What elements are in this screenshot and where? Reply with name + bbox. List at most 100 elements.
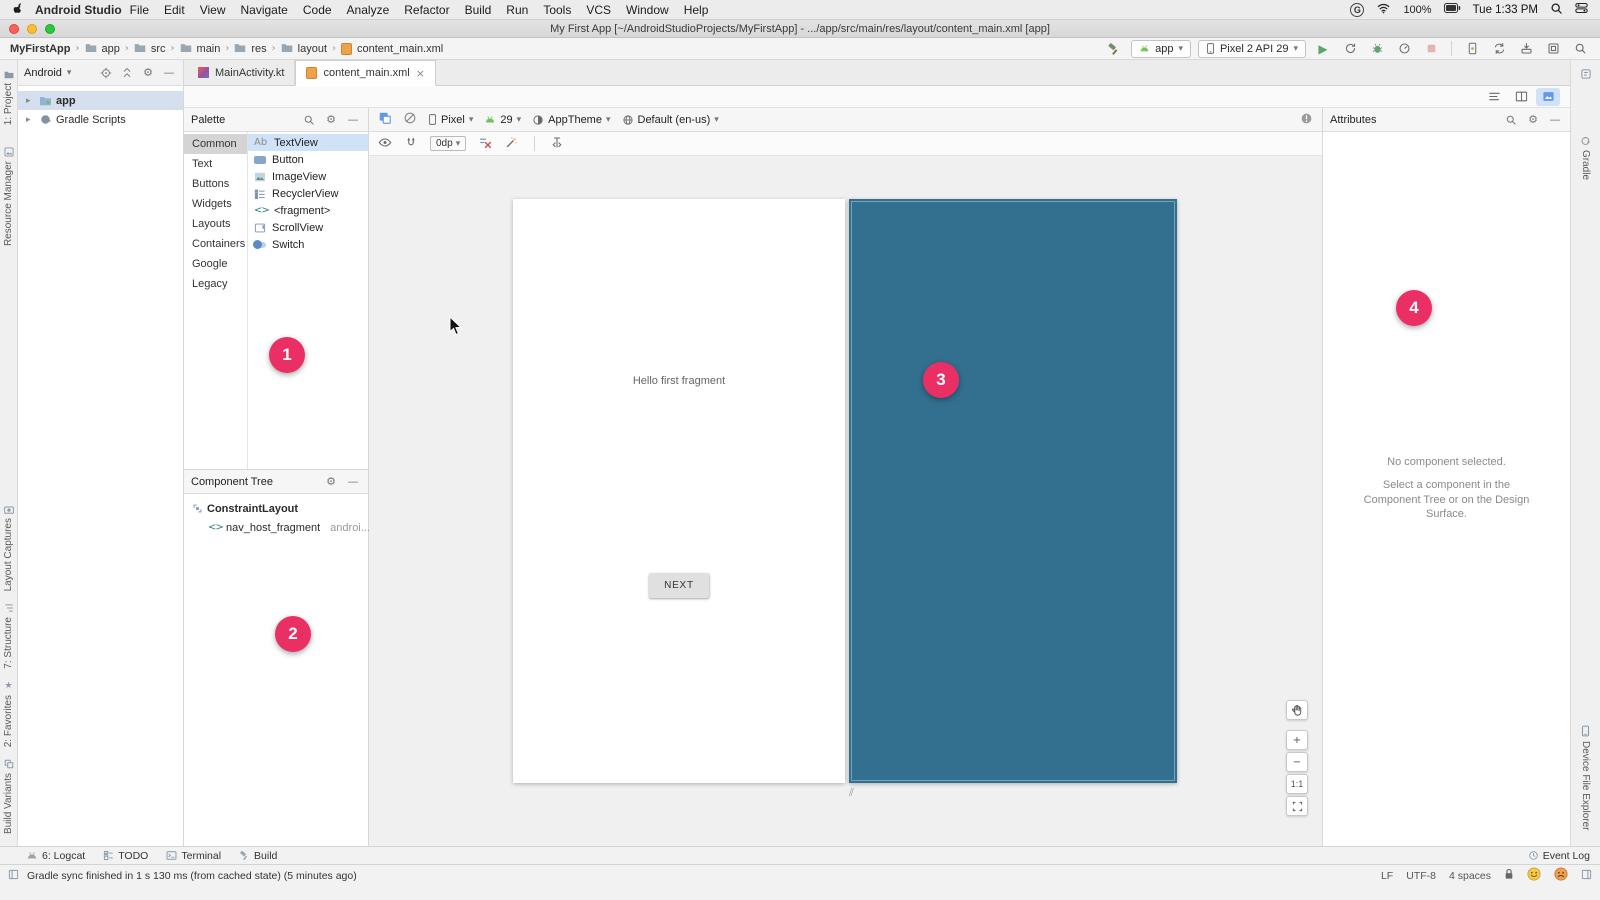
palette-item-textview[interactable]: Ab TextView (248, 134, 368, 151)
search-icon[interactable] (301, 112, 317, 128)
device-dropdown[interactable]: Pixel 2 API 29 ▾ (1198, 40, 1306, 58)
settings-gear-icon[interactable]: ⚙ (140, 65, 156, 81)
design-view-phone[interactable]: Hello first fragment NEXT (513, 199, 845, 783)
orientation-icon[interactable] (403, 111, 417, 128)
sidebar-item-project[interactable]: 1: Project (3, 70, 14, 125)
apply-changes-icon[interactable] (1340, 39, 1360, 59)
default-margin-dropdown[interactable]: 0dp ▾ (430, 136, 466, 151)
menu-run[interactable]: Run (506, 3, 528, 17)
palette-category-text[interactable]: Text (184, 154, 247, 174)
project-view-selector[interactable]: Android (24, 67, 62, 79)
sidebar-item-structure[interactable]: 7: Structure (3, 603, 14, 669)
hide-panel-icon[interactable]: — (161, 65, 177, 81)
design-view-icon[interactable] (1536, 88, 1560, 106)
google-icon[interactable]: G (1350, 3, 1364, 17)
split-view-icon[interactable] (1509, 88, 1533, 106)
menu-edit[interactable]: Edit (164, 3, 185, 17)
blueprint-view[interactable] (849, 199, 1177, 783)
zoom-ratio-button[interactable]: 1:1 (1286, 774, 1308, 794)
sidebar-item-gradle[interactable]: Gradle (1580, 136, 1591, 180)
crumb-src[interactable]: src (151, 43, 166, 55)
emoji-sad-icon[interactable] (1554, 867, 1568, 884)
crumb-project[interactable]: MyFirstApp (10, 43, 71, 55)
settings-gear-icon[interactable]: ⚙ (1525, 112, 1541, 128)
sidebar-item-layout-captures[interactable]: Layout Captures (3, 505, 14, 591)
run-button[interactable]: ▶ (1313, 39, 1333, 59)
tool-tab-todo[interactable]: TODO (103, 850, 148, 862)
pan-hand-icon[interactable] (1286, 700, 1308, 720)
locate-file-icon[interactable] (98, 65, 114, 81)
next-button[interactable]: NEXT (649, 573, 709, 598)
emoji-happy-icon[interactable] (1527, 867, 1541, 884)
indent-widget[interactable]: 4 spaces (1449, 870, 1491, 882)
code-view-icon[interactable] (1482, 88, 1506, 106)
sidebar-item-device-file-explorer[interactable]: Device File Explorer (1580, 725, 1591, 830)
zoom-fit-icon[interactable] (1286, 796, 1308, 816)
zoom-in-button[interactable]: + (1286, 730, 1308, 750)
screen-reader-icon[interactable] (1581, 869, 1592, 883)
palette-category-common[interactable]: Common (184, 134, 247, 154)
hide-panel-icon[interactable]: — (1547, 112, 1563, 128)
fragment-textview[interactable]: Hello first fragment (513, 375, 845, 387)
palette-category-buttons[interactable]: Buttons (184, 174, 247, 194)
avd-manager-icon[interactable] (1462, 39, 1482, 59)
spotlight-icon[interactable] (1550, 2, 1563, 18)
profiler-icon[interactable] (1394, 39, 1414, 59)
design-api-dropdown[interactable]: 29 ▾ (484, 114, 521, 126)
crumb-res[interactable]: res (251, 43, 266, 55)
hide-panel-icon[interactable]: — (345, 112, 361, 128)
notifications-icon[interactable] (1580, 68, 1592, 80)
guideline-icon[interactable] (551, 136, 563, 152)
run-config-dropdown[interactable]: app ▾ (1131, 40, 1191, 58)
palette-category-containers[interactable]: Containers (184, 234, 247, 254)
hide-panel-icon[interactable]: — (345, 474, 361, 490)
menu-analyze[interactable]: Analyze (347, 3, 390, 17)
tab-mainactivity[interactable]: MainActivity.kt (188, 60, 295, 85)
design-theme-dropdown[interactable]: AppTheme ▾ (532, 114, 610, 126)
menubar-app-name[interactable]: Android Studio (35, 3, 122, 17)
wifi-icon[interactable] (1376, 2, 1391, 17)
stop-button[interactable] (1421, 39, 1441, 59)
palette-item-button[interactable]: Button (248, 151, 368, 168)
tool-tab-logcat[interactable]: 6: Logcat (26, 850, 85, 862)
palette-category-widgets[interactable]: Widgets (184, 194, 247, 214)
crumb-layout[interactable]: layout (298, 43, 327, 55)
palette-item-recyclerview[interactable]: RecyclerView (248, 185, 368, 202)
palette-item-switch[interactable]: Switch (248, 236, 368, 253)
view-options-eye-icon[interactable] (378, 137, 392, 151)
sidebar-item-favorites[interactable]: ★ 2: Favorites (3, 681, 14, 747)
encoding-widget[interactable]: UTF-8 (1406, 870, 1436, 882)
palette-item-imageview[interactable]: ImageView (248, 168, 368, 185)
event-log-button[interactable]: Event Log (1528, 850, 1590, 862)
menu-tools[interactable]: Tools (543, 3, 571, 17)
settings-gear-icon[interactable]: ⚙ (323, 474, 339, 490)
palette-item-scrollview[interactable]: ScrollView (248, 219, 368, 236)
debug-button[interactable] (1367, 39, 1387, 59)
menu-refactor[interactable]: Refactor (404, 3, 449, 17)
resize-handle-icon[interactable]: ⫽ (849, 786, 854, 800)
collapse-all-icon[interactable] (119, 65, 135, 81)
minimize-window-button[interactable] (27, 24, 37, 34)
apple-icon[interactable] (12, 1, 25, 19)
palette-item-fragment[interactable]: <> <fragment> (248, 202, 368, 219)
design-surface[interactable]: Hello first fragment NEXT ⫽ (369, 156, 1322, 846)
menu-navigate[interactable]: Navigate (240, 3, 287, 17)
tool-tab-terminal[interactable]: Terminal (166, 850, 221, 862)
infer-constraints-icon[interactable] (505, 136, 518, 152)
crumb-file[interactable]: content_main.xml (357, 43, 443, 55)
close-window-button[interactable] (9, 24, 19, 34)
design-locale-dropdown[interactable]: Default (en-us) ▾ (622, 114, 719, 126)
tree-item-nav-host-fragment[interactable]: <> nav_host_fragment androi... (184, 518, 368, 537)
menubar-clock[interactable]: Tue 1:33 PM (1473, 4, 1538, 16)
toolwindow-toggle-icon[interactable] (8, 869, 19, 883)
sidebar-item-resource-manager[interactable]: Resource Manager (3, 147, 14, 246)
zoom-out-button[interactable]: − (1286, 752, 1308, 772)
menu-vcs[interactable]: VCS (586, 3, 611, 17)
layout-inspector-icon[interactable] (1543, 39, 1563, 59)
project-tree-item-app[interactable]: ▸ app (18, 91, 183, 110)
palette-category-google[interactable]: Google (184, 254, 247, 274)
autoconnect-magnet-icon[interactable] (405, 136, 417, 152)
clear-constraints-icon[interactable] (479, 136, 492, 152)
menu-window[interactable]: Window (626, 3, 669, 17)
sync-project-icon[interactable] (1489, 39, 1509, 59)
